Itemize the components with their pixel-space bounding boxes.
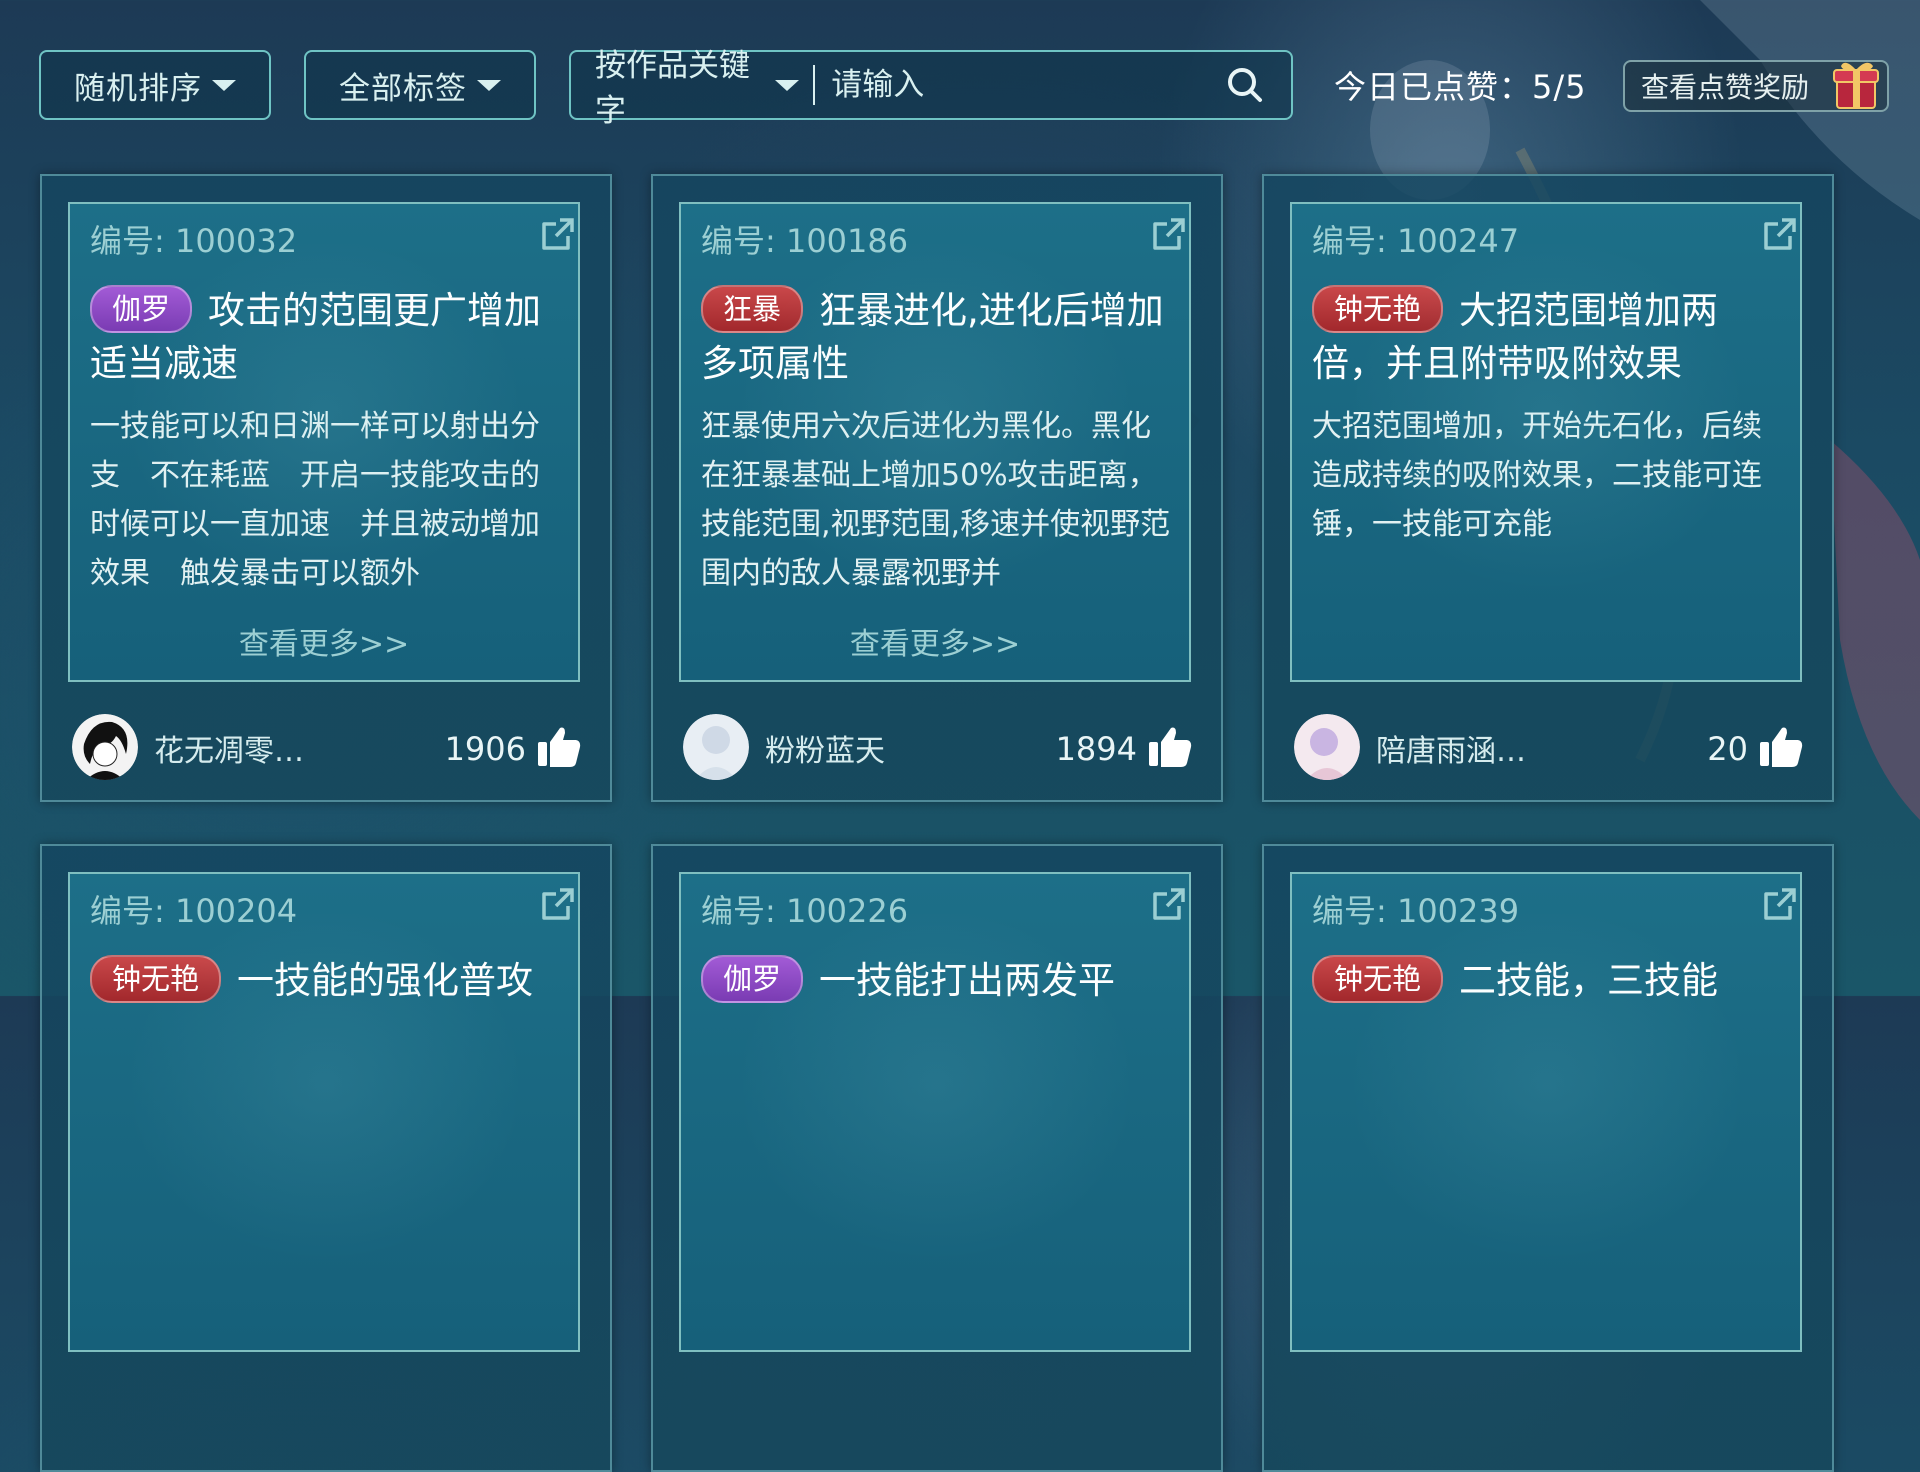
author-name: 粉粉蓝天 bbox=[765, 734, 885, 769]
share-icon[interactable] bbox=[1149, 884, 1189, 924]
view-more-link[interactable]: 查看更多>> bbox=[70, 619, 578, 663]
work-description bbox=[701, 1072, 1175, 1268]
gift-box-icon bbox=[1831, 56, 1883, 119]
card-content-panel: 编号: 100247 钟无艳 大招范围增加两倍，并且附带吸附效果 大招范围增加，开… bbox=[1290, 202, 1802, 682]
work-card[interactable]: 编号: 100226 伽罗 一技能打出两发平 bbox=[651, 844, 1223, 1472]
like-count: 20 bbox=[1707, 730, 1748, 768]
share-icon[interactable] bbox=[1760, 884, 1800, 924]
thumbs-up-icon[interactable] bbox=[536, 724, 582, 770]
work-number: 编号: 100186 bbox=[701, 222, 909, 260]
like-count: 1894 bbox=[1055, 730, 1137, 768]
work-card[interactable]: 编号: 100239 钟无艳 二技能，三技能 bbox=[1262, 844, 1834, 1472]
avatar[interactable] bbox=[683, 714, 749, 780]
work-description: 狂暴使用六次后进化为黑化。黑化在狂暴基础上增加50%攻击距离，技能范围,视野范围… bbox=[701, 409, 1171, 591]
toolbar: 随机排序 全部标签 按作品关键字 今日已点赞：5/5 查看点赞奖励 bbox=[0, 0, 1920, 129]
share-icon[interactable] bbox=[1149, 214, 1189, 254]
thumbs-up-icon[interactable] bbox=[1147, 724, 1193, 770]
card-content-panel: 编号: 100226 伽罗 一技能打出两发平 bbox=[679, 872, 1191, 1352]
tags-dropdown-label: 全部标签 bbox=[339, 70, 467, 107]
work-number: 编号: 100204 bbox=[90, 892, 298, 930]
work-card[interactable]: 编号: 100247 钟无艳 大招范围增加两倍，并且附带吸附效果 大招范围增加，开… bbox=[1262, 174, 1834, 802]
work-description bbox=[90, 1072, 564, 1268]
work-card[interactable]: 编号: 100204 钟无艳 一技能的强化普攻 bbox=[40, 844, 612, 1472]
thumbs-up-icon[interactable] bbox=[1758, 724, 1804, 770]
work-title-text: 狂暴进化,进化后增加多项属性 bbox=[701, 289, 1164, 385]
chevron-down-icon bbox=[774, 79, 799, 91]
avatar[interactable] bbox=[72, 714, 138, 780]
search-divider bbox=[812, 65, 816, 105]
search-bar: 按作品关键字 bbox=[569, 48, 1293, 129]
card-content-panel: 编号: 100204 钟无艳 一技能的强化普攻 bbox=[68, 872, 580, 1352]
avatar[interactable] bbox=[1294, 714, 1360, 780]
chevron-down-icon bbox=[477, 79, 501, 91]
hero-tag: 钟无艳 bbox=[1312, 285, 1444, 333]
likes-today-counter: 今日已点赞：5/5 bbox=[1334, 68, 1587, 106]
work-description bbox=[1312, 1072, 1786, 1268]
work-description: 一技能可以和日渊一样可以射出分支 不在耗蓝 开启一技能攻击的时候可以一直加速 并… bbox=[90, 409, 540, 591]
work-title-text: 大招范围增加两倍，并且附带吸附效果 bbox=[1312, 289, 1719, 385]
card-footer: 花无凋零… 1906 bbox=[72, 714, 584, 784]
view-more-link[interactable]: 查看更多>> bbox=[681, 619, 1189, 663]
search-input[interactable] bbox=[829, 66, 1225, 104]
work-title: 钟无艳 一技能的强化普攻 bbox=[90, 954, 560, 1007]
work-card[interactable]: 编号: 100186 狂暴 狂暴进化,进化后增加多项属性 狂暴使用六次后进化为黑化… bbox=[651, 174, 1223, 802]
hero-tag: 伽罗 bbox=[90, 285, 193, 333]
work-title: 钟无艳 二技能，三技能 bbox=[1312, 954, 1782, 1007]
work-card[interactable]: 编号: 100032 伽罗 攻击的范围更广增加适当减速 一技能可以和日渊一样可以射… bbox=[40, 174, 612, 802]
author-name: 陪唐雨涵… bbox=[1376, 734, 1526, 769]
card-footer: 粉粉蓝天 1894 bbox=[683, 714, 1195, 784]
reward-button-label: 查看点赞奖励 bbox=[1641, 71, 1810, 104]
search-icon[interactable] bbox=[1224, 63, 1265, 107]
work-number: 编号: 100239 bbox=[1312, 892, 1520, 930]
work-number: 编号: 100032 bbox=[90, 222, 298, 260]
work-number: 编号: 100226 bbox=[701, 892, 909, 930]
chevron-down-icon bbox=[212, 79, 236, 91]
work-title: 狂暴 狂暴进化,进化后增加多项属性 bbox=[701, 284, 1171, 390]
work-number: 编号: 100247 bbox=[1312, 222, 1520, 260]
card-content-panel: 编号: 100239 钟无艳 二技能，三技能 bbox=[1290, 872, 1802, 1352]
card-footer: 陪唐雨涵… 20 bbox=[1294, 714, 1806, 784]
work-description: 大招范围增加，开始先石化，后续造成持续的吸附效果，二技能可连锤，一技能可充能 bbox=[1312, 409, 1762, 542]
view-like-rewards-button[interactable]: 查看点赞奖励 bbox=[1623, 60, 1889, 112]
share-icon[interactable] bbox=[1760, 214, 1800, 254]
share-icon[interactable] bbox=[538, 884, 578, 924]
share-icon[interactable] bbox=[538, 214, 578, 254]
search-mode-label: 按作品关键字 bbox=[595, 48, 750, 129]
work-title: 钟无艳 大招范围增加两倍，并且附带吸附效果 bbox=[1312, 284, 1782, 390]
sort-dropdown[interactable]: 随机排序 bbox=[39, 50, 271, 120]
author-name: 花无凋零… bbox=[154, 734, 304, 769]
hero-tag: 狂暴 bbox=[701, 285, 804, 333]
work-title: 伽罗 攻击的范围更广增加适当减速 bbox=[90, 284, 560, 390]
sort-dropdown-label: 随机排序 bbox=[74, 70, 202, 107]
search-mode-dropdown[interactable]: 按作品关键字 bbox=[595, 40, 799, 130]
card-content-panel: 编号: 100032 伽罗 攻击的范围更广增加适当减速 一技能可以和日渊一样可以射… bbox=[68, 202, 580, 682]
work-title-text: 攻击的范围更广增加适当减速 bbox=[90, 289, 542, 385]
card-content-panel: 编号: 100186 狂暴 狂暴进化,进化后增加多项属性 狂暴使用六次后进化为黑化… bbox=[679, 202, 1191, 682]
tags-dropdown[interactable]: 全部标签 bbox=[304, 50, 536, 120]
like-count: 1906 bbox=[444, 730, 526, 768]
work-title: 伽罗 一技能打出两发平 bbox=[701, 954, 1171, 1007]
